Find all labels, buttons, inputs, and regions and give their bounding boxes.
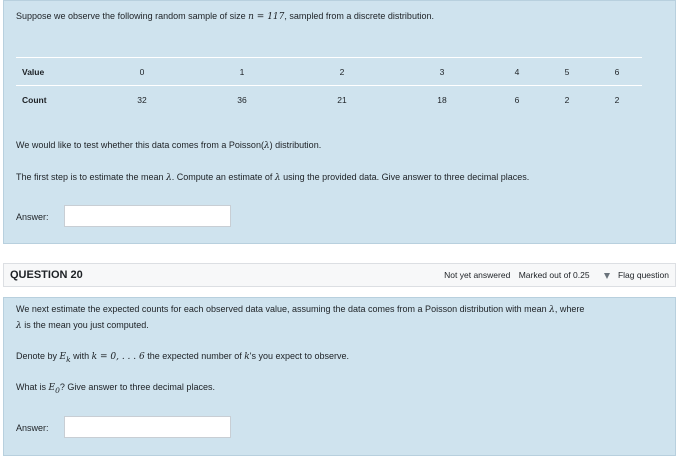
step-text-mid: . Compute an estimate of	[171, 172, 275, 182]
what-start: What is	[16, 382, 49, 392]
step-text-start: The first step is to estimate the mean	[16, 172, 167, 182]
count-cell: 21	[337, 94, 347, 105]
first-step-text: The first step is to estimate the mean λ…	[16, 172, 529, 183]
poisson-text-start: We would like to test whether this data …	[16, 140, 264, 150]
answer-input-q19[interactable]	[64, 205, 231, 227]
answer-label: Answer:	[16, 212, 49, 222]
mean-reference-end: is the mean you just computed.	[21, 320, 149, 330]
flag-label: Flag question	[617, 270, 669, 280]
row-header-value: Value	[16, 57, 92, 86]
denote-with: with	[70, 351, 92, 361]
ek-math: Ek	[60, 352, 71, 364]
count-cell: 2	[614, 94, 620, 105]
question-19-panel: Suppose we observe the following random …	[3, 0, 676, 244]
count-cell: 32	[137, 94, 147, 105]
step-text-end: using the provided data. Give answer to …	[280, 172, 530, 182]
question-19-intro: Suppose we observe the following random …	[16, 11, 434, 22]
table-row-counts: Count 32 36 21 18 6 2 2	[16, 86, 642, 114]
para-text-start: We next estimate the expected counts for…	[16, 304, 550, 314]
question-title: QUESTION 20	[10, 269, 83, 281]
para-text-end: , where	[554, 304, 585, 314]
k-range-math: k = 0, . . . 6	[91, 352, 145, 362]
what-is-e0-text: What is E0? Give answer to three decimal…	[16, 382, 215, 395]
value-cell: 5	[542, 57, 592, 86]
denote-start: Denote by	[16, 351, 60, 361]
count-cell: 2	[564, 94, 570, 105]
count-cell: 6	[514, 94, 520, 105]
value-cell: 2	[292, 57, 392, 86]
denote-end: 's you expect to observe.	[249, 351, 350, 361]
mean-reference-text: λ is the mean you just computed.	[16, 320, 149, 331]
count-cell: 36	[237, 94, 247, 105]
what-end: ? Give answer to three decimal places.	[59, 382, 215, 392]
intro-text-end: , sampled from a discrete distribution.	[284, 11, 434, 21]
question-meta: Not yet answered Marked out of 0.25 Flag…	[438, 270, 669, 280]
answer-input-q20[interactable]	[64, 416, 231, 438]
intro-text: Suppose we observe the following random …	[16, 11, 249, 21]
value-cell: 1	[192, 57, 292, 86]
poisson-text-end: ) distribution.	[269, 140, 322, 150]
count-cell: 18	[437, 94, 447, 105]
flag-question-button[interactable]: Flag question	[598, 270, 669, 280]
answer-label: Answer:	[16, 423, 49, 433]
expected-counts-text: We next estimate the expected counts for…	[16, 304, 584, 315]
table-row-values: Value 0 1 2 3 4 5 6	[16, 57, 642, 86]
question-20-header: QUESTION 20 Not yet answered Marked out …	[3, 263, 676, 287]
status-text: Not yet answered	[444, 270, 511, 280]
sample-size-math: n = 117	[248, 12, 285, 22]
value-cell: 6	[592, 57, 642, 86]
frequency-table: Value 0 1 2 3 4 5 6 Count 32 36 21 18 6 …	[16, 57, 642, 113]
denote-mid: the expected number of	[144, 351, 245, 361]
denote-text: Denote by Ek with k = 0, . . . 6 the exp…	[16, 351, 349, 364]
e0-math: E0	[49, 383, 60, 395]
poisson-test-text: We would like to test whether this data …	[16, 140, 321, 151]
flag-icon	[603, 272, 610, 279]
value-cell: 0	[92, 57, 192, 86]
row-header-count: Count	[22, 94, 47, 105]
marks-text: Marked out of 0.25	[518, 270, 590, 280]
value-cell: 4	[492, 57, 542, 86]
value-cell: 3	[392, 57, 492, 86]
question-20-panel: We next estimate the expected counts for…	[3, 297, 676, 456]
